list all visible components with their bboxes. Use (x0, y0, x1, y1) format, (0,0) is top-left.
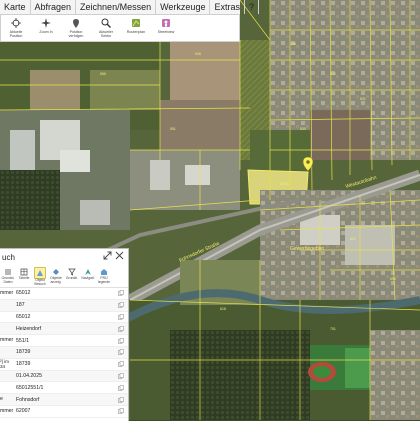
panel-tool-label: Objekte anzeig. (50, 276, 62, 284)
copy-icon[interactable] (117, 313, 124, 320)
attribute-row: Heizendorf (0, 323, 128, 336)
tool-label: Aktueller Sektor (99, 30, 113, 38)
attribute-row: e Fohnsdorf (0, 394, 128, 406)
svg-text:512: 512 (330, 72, 336, 76)
ribbon-toolbar: Aktuelle Position Zoom In Position verfo… (0, 14, 240, 42)
attribute-key: ²] im 34 (0, 359, 9, 370)
svg-text:618: 618 (220, 307, 226, 311)
attribute-value: 551/1 (16, 337, 29, 344)
svg-text:545: 545 (195, 52, 201, 56)
svg-text:521: 521 (360, 97, 366, 101)
panel-tool-tabelle[interactable]: Tabelle (16, 265, 32, 287)
svg-text:551: 551 (170, 127, 176, 131)
panel-tool-grundbuch[interactable]: Grundb. (64, 265, 80, 287)
copy-icon[interactable] (117, 396, 124, 403)
attribute-key: mmer (0, 408, 14, 414)
tool-streetview[interactable]: Streetview (151, 15, 181, 41)
copy-icon[interactable] (117, 325, 124, 332)
panel-tool-objekt-besuch[interactable]: Objekt Besuch (32, 265, 48, 287)
attribute-value: 62007 (16, 408, 31, 415)
copy-icon[interactable] (117, 384, 124, 391)
attribute-key: mmer (0, 338, 14, 344)
panel-tool-legende[interactable]: PRÜ legende (96, 265, 112, 287)
copy-icon[interactable] (117, 349, 124, 356)
tool-current-position[interactable]: Aktuelle Position (1, 15, 31, 41)
attribute-value: 18739 (16, 361, 31, 368)
tool-label: Position verfolgen (68, 30, 84, 38)
svg-text:488: 488 (290, 42, 296, 46)
attribute-value: 18739 (16, 349, 31, 356)
attribute-row: mmer 62007 (0, 406, 128, 418)
svg-text:530: 530 (300, 127, 306, 131)
menu-bar: Karte Abfragen Zeichnen/Messen Werkzeuge… (0, 0, 259, 15)
panel-tool-objekte-anzeigen[interactable]: Objekte anzeig. (48, 265, 64, 287)
panel-title: uch (2, 252, 15, 262)
svg-text:655: 655 (390, 277, 396, 281)
attribute-list: mmer 65012 187 65012 Heizendorf mmer 551… (0, 288, 128, 418)
attribute-row: 187 (0, 299, 128, 312)
property-info-panel: uch Grundst. Daten Tabelle Objekt Besuch… (0, 248, 129, 421)
attribute-row: 65012551/1 (0, 382, 128, 395)
copy-icon[interactable] (117, 302, 124, 309)
panel-tool-grundst-daten[interactable]: Grundst. Daten (0, 265, 16, 287)
attribute-row: mmer 65012 (0, 288, 128, 300)
attribute-key: e (0, 397, 3, 403)
attribute-value: 187 (16, 302, 25, 309)
tool-label: Routenplan (126, 30, 146, 34)
district-label: Gewerbegebiet (290, 246, 325, 252)
panel-tool-navigation[interactable]: Navigati. (80, 265, 96, 287)
copy-icon[interactable] (117, 408, 124, 415)
attribute-row: mmer 551/1 (0, 335, 128, 347)
panel-header: uch (0, 249, 128, 265)
tool-zoom-in[interactable]: Zoom In (31, 15, 61, 41)
crosshair-icon (10, 17, 22, 29)
svg-text:602: 602 (350, 237, 356, 241)
panel-tool-label: Grundst. Daten (1, 276, 15, 284)
attribute-row: 65012 (0, 312, 128, 324)
close-icon[interactable] (114, 251, 124, 261)
tool-label: Streetview (157, 30, 175, 34)
svg-text:566: 566 (100, 72, 106, 76)
menu-item-abfragen[interactable]: Abfragen (31, 0, 77, 14)
tool-route-planner[interactable]: Routenplan (121, 15, 151, 41)
svg-text:701: 701 (330, 327, 336, 331)
menu-item-help[interactable]: ? (245, 0, 259, 14)
copy-icon[interactable] (117, 337, 124, 344)
panel-toolbar: Grundst. Daten Tabelle Objekt Besuch Obj… (0, 265, 128, 288)
menu-item-extras[interactable]: Extras (210, 0, 245, 14)
attribute-value: Fohnsdorf (16, 396, 40, 403)
attribute-key: mmer (0, 290, 14, 296)
tool-label: Aktuelle Position (9, 30, 23, 38)
expand-icon[interactable] (102, 251, 112, 261)
zoom-in-icon (40, 17, 52, 29)
panel-tool-label: Navigati. (81, 276, 95, 280)
attribute-row: ²] im 34 18739 (0, 359, 128, 371)
copy-icon[interactable] (117, 290, 124, 297)
tool-current-sector[interactable]: Aktueller Sektor (91, 15, 121, 41)
panel-tool-label: PRÜ legende (97, 276, 111, 284)
panel-tool-label: Tabelle (18, 276, 30, 280)
streetview-icon (160, 17, 172, 29)
attribute-value: 01.04.2025 (16, 372, 42, 379)
attribute-value: 65012551/1 (16, 384, 44, 391)
route-icon (130, 17, 142, 29)
tool-label: Zoom In (39, 30, 53, 34)
location-pin-icon (70, 17, 82, 29)
copy-icon[interactable] (117, 361, 124, 368)
attribute-value: 65012 (16, 313, 31, 320)
panel-tool-label: Objekt Besuch (34, 278, 46, 286)
svg-text:551/1: 551/1 (280, 182, 289, 186)
attribute-row: 18739 (0, 346, 128, 359)
menu-item-karte[interactable]: Karte (0, 0, 31, 14)
attribute-row: 01.04.2025 (0, 370, 128, 383)
menu-item-werkzeuge[interactable]: Werkzeuge (156, 0, 211, 14)
tool-track-position[interactable]: Position verfolgen (61, 15, 91, 41)
search-sector-icon (100, 17, 112, 29)
panel-tool-label: Grundb. (65, 276, 79, 280)
menu-item-zeichnen-messen[interactable]: Zeichnen/Messen (76, 0, 157, 14)
attribute-value: 65012 (16, 290, 31, 297)
attribute-value: Heizendorf (16, 325, 42, 332)
copy-icon[interactable] (117, 372, 124, 379)
